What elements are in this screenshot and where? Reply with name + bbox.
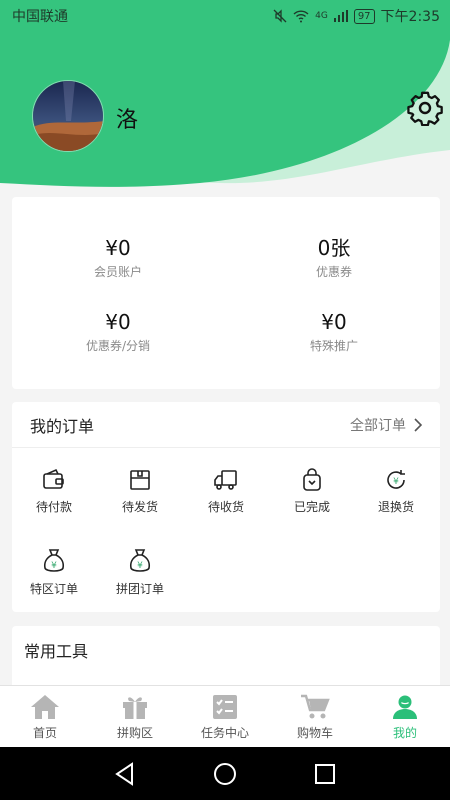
- back-icon[interactable]: [112, 761, 138, 787]
- coupon-stat[interactable]: 0张 优惠券: [234, 235, 434, 280]
- signal-icon: [333, 10, 348, 22]
- username: 洛: [116, 108, 139, 133]
- tab-mine[interactable]: 我的: [360, 686, 450, 747]
- money-bag-icon: ¥: [129, 549, 151, 572]
- status-bar: 中国联通 4G 97 下午2:35: [0, 0, 450, 32]
- all-orders-label: 全部订单: [350, 417, 406, 434]
- chevron-right-icon: [414, 417, 422, 432]
- order-refund-label: 退换货: [377, 500, 414, 514]
- avatar-image: [33, 81, 103, 151]
- status-indicators: 4G 97 下午2:35: [273, 6, 440, 26]
- coupon-distribution-value: ¥0: [105, 310, 131, 334]
- wallet-icon: [43, 468, 64, 489]
- gift-icon: [123, 697, 147, 719]
- orders-header: 我的订单 全部订单: [12, 402, 440, 448]
- battery-indicator: 97: [353, 8, 375, 24]
- coupon-distribution-label: 优惠券/分销: [85, 339, 151, 353]
- coupon-value: 0张: [317, 236, 351, 260]
- order-completed-label: 已完成: [293, 500, 330, 514]
- tab-group-buy[interactable]: 拼购区: [90, 686, 180, 747]
- tab-cart[interactable]: 购物车: [270, 686, 360, 747]
- svg-text:¥: ¥: [137, 561, 143, 571]
- special-promotion-label: 特殊推广: [309, 339, 358, 353]
- balance-card: ¥0 会员账户 0张 优惠券 ¥0 优惠券/分销 ¥0 特殊推广: [12, 197, 440, 389]
- member-account-stat[interactable]: ¥0 会员账户: [18, 235, 218, 280]
- task-list-icon: [213, 695, 237, 719]
- cart-icon: [301, 694, 330, 719]
- home-icon: [31, 695, 59, 719]
- wifi-icon: [293, 9, 309, 22]
- order-pending-shipment-label: 待发货: [121, 500, 158, 514]
- svg-text:¥: ¥: [393, 477, 399, 487]
- tab-home-label: 首页: [32, 726, 57, 740]
- bag-check-icon: [303, 468, 321, 491]
- orders-title: 我的订单: [30, 416, 95, 436]
- tab-mine-label: 我的: [392, 726, 417, 740]
- member-account-label: 会员账户: [93, 265, 142, 279]
- money-bag-icon: ¥: [43, 549, 65, 572]
- network-type: 4G: [315, 11, 328, 21]
- order-pending-payment-label: 待付款: [35, 500, 72, 514]
- avatar[interactable]: [32, 80, 104, 152]
- orders-card: 我的订单 全部订单 待付款 待发货 待收货 已完成 ¥ 退换货 ¥ 特区订单 ¥…: [12, 402, 440, 612]
- tab-task-center[interactable]: 任务中心: [180, 686, 270, 747]
- coupon-label: 优惠券: [315, 265, 352, 279]
- bottom-tab-bar: 首页 拼购区 任务中心 购物车 我的: [0, 685, 450, 747]
- order-completed[interactable]: 已完成: [270, 468, 354, 515]
- profile-header: 中国联通 4G 97 下午2:35 洛: [0, 0, 450, 195]
- order-special-zone-label: 特区订单: [29, 582, 78, 596]
- order-pending-payment[interactable]: 待付款: [12, 468, 96, 515]
- order-pending-shipment[interactable]: 待发货: [98, 468, 182, 515]
- user-icon: [393, 695, 417, 719]
- order-pending-receipt[interactable]: 待收货: [184, 468, 268, 515]
- svg-text:¥: ¥: [51, 561, 57, 571]
- tab-home[interactable]: 首页: [0, 686, 90, 747]
- home-circle-icon[interactable]: [212, 761, 238, 787]
- order-group-buy-label: 拼团订单: [115, 582, 164, 596]
- recents-square-icon[interactable]: [312, 761, 338, 787]
- tools-title: 常用工具: [24, 642, 89, 661]
- truck-icon: [214, 470, 237, 490]
- all-orders-link[interactable]: 全部订单: [350, 415, 422, 435]
- mute-icon: [273, 9, 287, 23]
- system-navigation-bar: [0, 747, 450, 800]
- special-promotion-stat[interactable]: ¥0 特殊推广: [234, 309, 434, 354]
- order-special-zone[interactable]: ¥ 特区订单: [12, 548, 96, 597]
- coupon-distribution-stat[interactable]: ¥0 优惠券/分销: [18, 309, 218, 354]
- member-account-value: ¥0: [105, 236, 131, 260]
- tab-cart-label: 购物车: [296, 726, 333, 740]
- tab-task-center-label: 任务中心: [200, 726, 249, 740]
- tab-group-buy-label: 拼购区: [116, 726, 153, 740]
- box-icon: [130, 470, 150, 490]
- order-refund[interactable]: ¥ 退换货: [354, 468, 438, 515]
- refund-icon: ¥: [387, 470, 405, 489]
- settings-gear-icon[interactable]: [407, 90, 443, 126]
- special-promotion-value: ¥0: [321, 310, 347, 334]
- carrier-label: 中国联通: [12, 9, 68, 25]
- order-pending-receipt-label: 待收货: [207, 500, 244, 514]
- order-group-buy[interactable]: ¥ 拼团订单: [98, 548, 182, 597]
- clock: 下午2:35: [380, 9, 440, 25]
